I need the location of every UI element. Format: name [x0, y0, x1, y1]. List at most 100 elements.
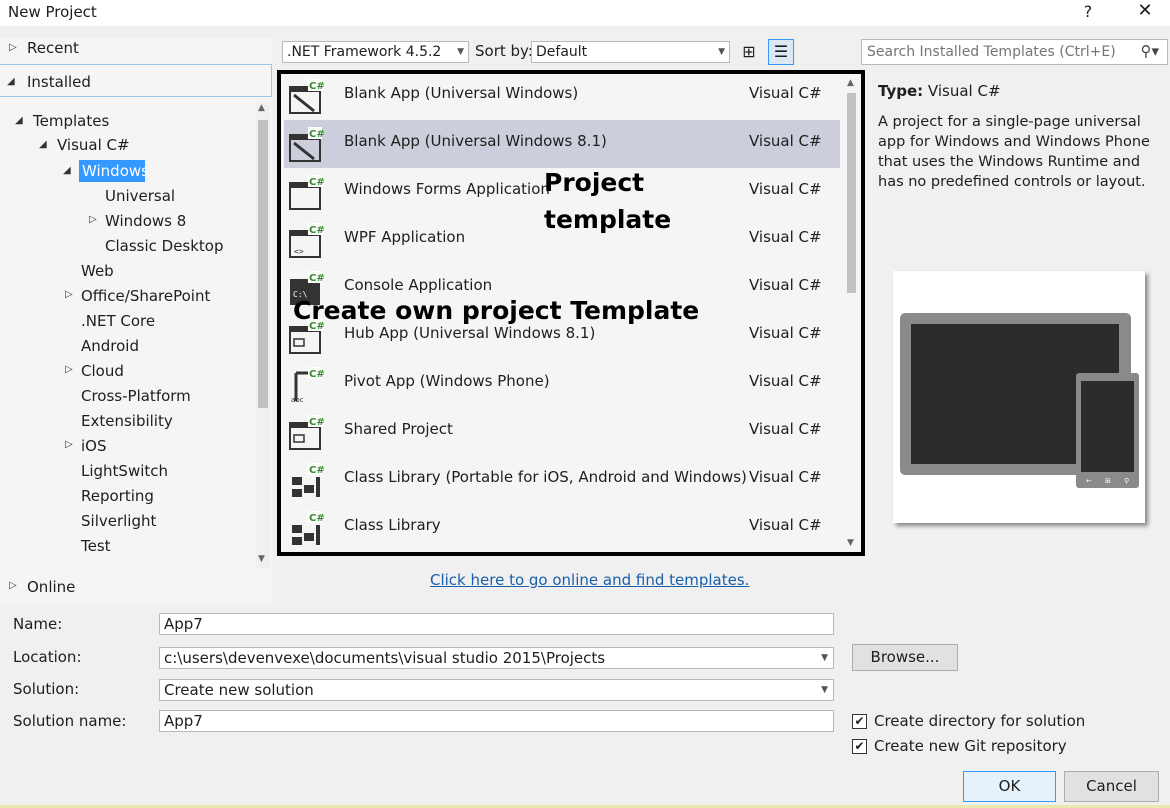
template-language: Visual C# [749, 228, 822, 246]
dropdown-arrow-icon[interactable]: ▼ [821, 648, 828, 668]
tree-item-visual-csharp[interactable]: Visual C# [57, 134, 130, 156]
tree-item-universal[interactable]: Universal [105, 185, 175, 207]
tree-item-online[interactable]: Online [27, 576, 75, 598]
devices-preview-icon: ← ⊞ ⚲ [900, 313, 1139, 488]
template-language: Visual C# [749, 132, 822, 150]
dropdown-arrow-icon: ▼ [718, 47, 725, 57]
location-field[interactable]: c:\users\devenvexe\documents\visual stud… [159, 647, 834, 669]
expand-arrow-icon[interactable]: ▷ [65, 434, 77, 456]
sort-value: Default [536, 44, 588, 60]
solution-name-value: App7 [164, 712, 203, 730]
tree-item-cross-platform[interactable]: Cross-Platform [81, 385, 191, 407]
annotation-create-own: Create own project Template [293, 296, 700, 325]
search-input[interactable] [862, 40, 1132, 64]
scroll-down-icon[interactable]: ▼ [258, 554, 265, 564]
checkbox-checked-icon[interactable]: ✔ [852, 739, 867, 754]
solution-value: Create new solution [164, 681, 314, 699]
csharp-template-icon: C# [288, 463, 325, 499]
expand-arrow-icon[interactable]: ▷ [9, 575, 21, 597]
tree-item-templates[interactable]: Templates [33, 110, 109, 132]
template-name: Class Library (Portable for iOS, Android… [344, 468, 747, 486]
template-row[interactable]: C# Class Library (Portable for iOS, Andro… [284, 456, 840, 504]
template-row[interactable]: C# Blank App (Universal Windows) Visual C# [284, 72, 840, 120]
template-name: Class Library [344, 516, 441, 534]
search-box[interactable]: ⚲▾ [861, 39, 1168, 65]
svg-text:C#: C# [309, 81, 324, 92]
dropdown-arrow-icon[interactable]: ▼ [821, 680, 828, 700]
svg-text:⚲: ⚲ [1124, 477, 1129, 485]
svg-text:C#: C# [309, 369, 324, 380]
tree-item-extensibility[interactable]: Extensibility [81, 410, 173, 432]
template-row[interactable]: C# Shared Project Visual C# [284, 408, 840, 456]
tree-item-office-sharepoint[interactable]: Office/SharePoint [81, 285, 210, 307]
tree-item-recent[interactable]: Recent [27, 37, 79, 59]
type-label: Type: [878, 82, 924, 100]
tree-item-silverlight[interactable]: Silverlight [81, 510, 156, 532]
name-value: App7 [164, 615, 203, 633]
close-button[interactable]: ✕ [1132, 0, 1158, 24]
expand-arrow-icon[interactable]: ▷ [65, 359, 77, 381]
list-scroll-thumb[interactable] [847, 93, 856, 293]
grid-view-icon[interactable]: ⊞ [737, 40, 761, 64]
scroll-up-icon[interactable]: ▲ [847, 78, 854, 88]
tree-scroll-thumb[interactable] [258, 120, 268, 408]
template-row[interactable]: abc C# Pivot App (Windows Phone) Visual C# [284, 360, 840, 408]
expand-arrow-icon[interactable]: ▷ [9, 37, 21, 59]
template-name: Blank App (Universal Windows 8.1) [344, 132, 607, 150]
search-icon[interactable]: ⚲▾ [1140, 42, 1159, 60]
svg-text:C#: C# [309, 417, 324, 428]
tree-item-test[interactable]: Test [81, 535, 111, 557]
location-label: Location: [13, 648, 82, 666]
tree-item-windows[interactable]: Windows [82, 160, 149, 182]
help-button[interactable]: ? [1078, 2, 1098, 24]
cancel-button[interactable]: Cancel [1064, 771, 1159, 802]
svg-text:C#: C# [309, 513, 324, 524]
checkbox-checked-icon[interactable]: ✔ [852, 714, 867, 729]
template-name: Console Application [344, 276, 493, 294]
create-git-option[interactable]: ✔ Create new Git repository [852, 737, 1067, 757]
tree-item-web[interactable]: Web [81, 260, 114, 282]
online-templates-link[interactable]: Click here to go online and find templat… [430, 571, 749, 589]
title-bar [0, 0, 1170, 26]
tree-item-lightswitch[interactable]: LightSwitch [81, 460, 168, 482]
expand-arrow-icon[interactable]: ▷ [89, 209, 101, 231]
scroll-down-icon[interactable]: ▼ [847, 538, 854, 548]
template-row[interactable]: C# Class Library Visual C# [284, 504, 840, 552]
collapse-arrow-icon[interactable]: ◢ [39, 134, 51, 156]
template-language: Visual C# [749, 276, 822, 294]
tree-item-reporting[interactable]: Reporting [81, 485, 154, 507]
template-language: Visual C# [749, 420, 822, 438]
collapse-arrow-icon[interactable]: ◢ [7, 71, 19, 93]
solution-select[interactable]: Create new solution ▼ [159, 679, 834, 701]
tree-item-windows8[interactable]: Windows 8 [105, 210, 186, 232]
template-row[interactable]: C# Blank App (Universal Windows 8.1) Visua… [284, 120, 840, 168]
tree-item-installed[interactable]: Installed [27, 71, 91, 93]
svg-text:←: ← [1086, 477, 1092, 485]
svg-text:C#: C# [309, 129, 324, 140]
tree-item-android[interactable]: Android [81, 335, 139, 357]
tree-item-cloud[interactable]: Cloud [81, 360, 124, 382]
expand-arrow-icon[interactable]: ▷ [65, 284, 77, 306]
ok-button[interactable]: OK [963, 771, 1056, 802]
collapse-arrow-icon[interactable]: ◢ [63, 160, 75, 182]
sort-select[interactable]: Default ▼ [531, 41, 730, 63]
collapse-arrow-icon[interactable]: ◢ [15, 110, 27, 132]
tree-item-classic-desktop[interactable]: Classic Desktop [105, 235, 224, 257]
tree-item-net-core[interactable]: .NET Core [81, 310, 155, 332]
svg-text:C#: C# [309, 177, 324, 188]
svg-text:<>: <> [294, 247, 304, 256]
csharp-template-icon: C# [288, 127, 325, 163]
create-directory-option[interactable]: ✔ Create directory for solution [852, 712, 1085, 732]
framework-select[interactable]: .NET Framework 4.5.2 ▼ [282, 41, 469, 63]
tree-item-ios[interactable]: iOS [81, 435, 107, 457]
name-field[interactable]: App7 [159, 613, 834, 635]
browse-button[interactable]: Browse... [852, 644, 958, 671]
csharp-template-icon: C# [288, 511, 325, 547]
template-name: Pivot App (Windows Phone) [344, 372, 550, 390]
template-language: Visual C# [749, 468, 822, 486]
solution-name-field[interactable]: App7 [159, 710, 834, 732]
template-name: Hub App (Universal Windows 8.1) [344, 324, 596, 342]
create-git-label: Create new Git repository [874, 737, 1067, 755]
scroll-up-icon[interactable]: ▲ [258, 103, 265, 113]
list-view-icon[interactable]: ☰ [768, 39, 794, 65]
